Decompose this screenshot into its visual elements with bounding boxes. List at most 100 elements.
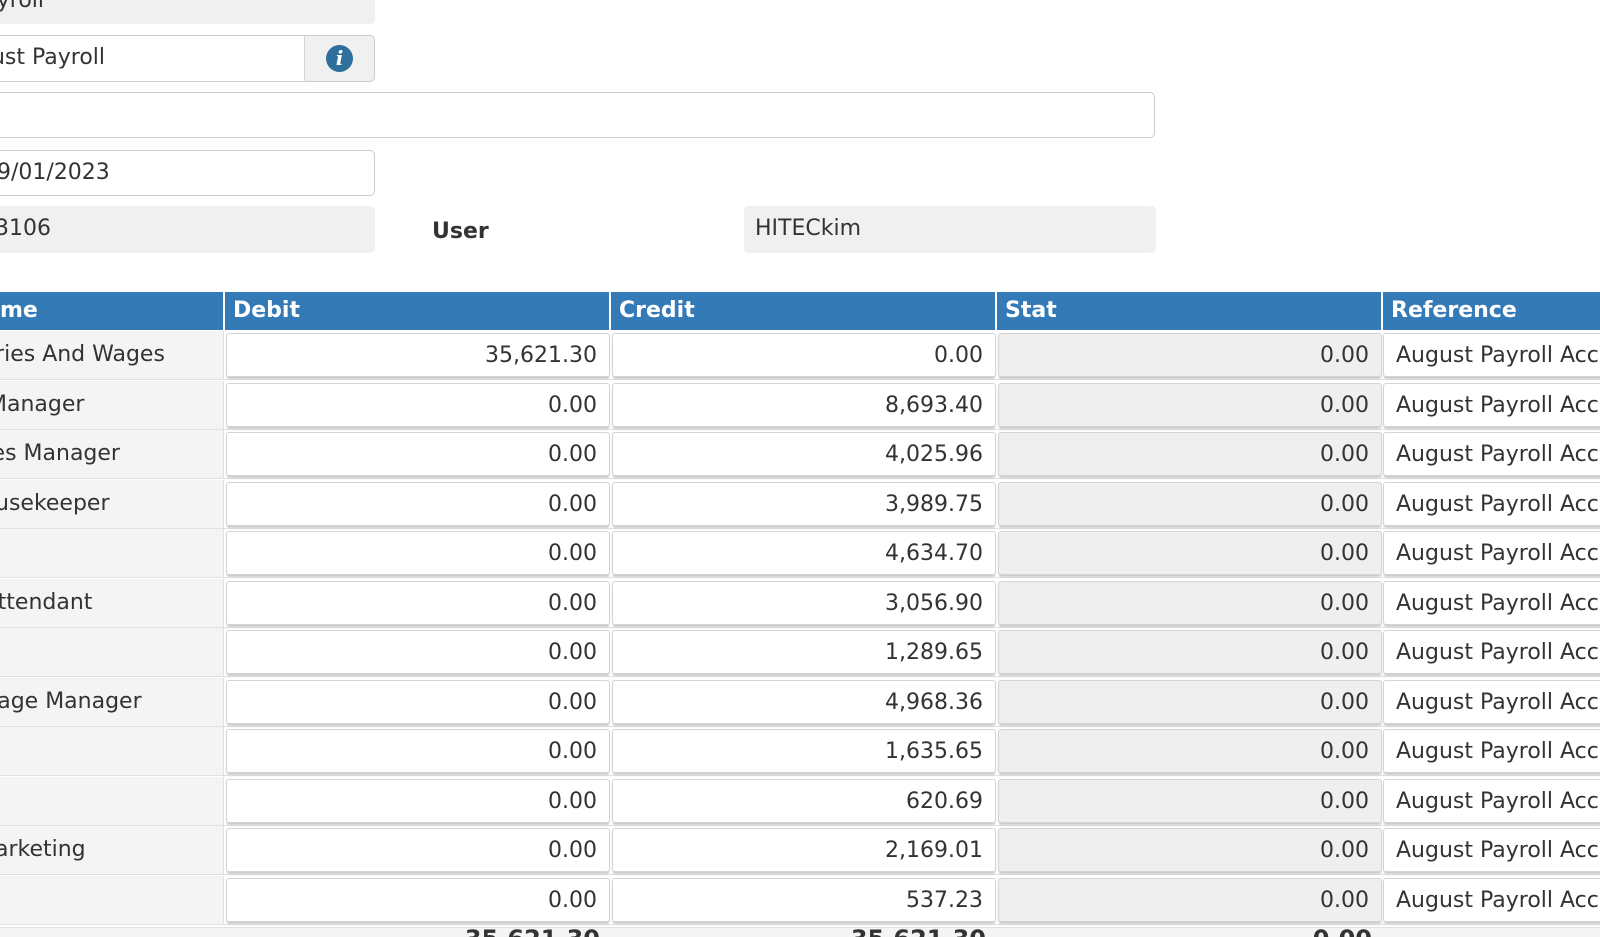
info-circle-icon: i bbox=[326, 45, 353, 72]
stat-input[interactable]: 0.00 bbox=[998, 531, 1382, 575]
account-name-text: Salaries And Wages bbox=[0, 342, 165, 367]
table-row: Beverage Manager0.004,968.360.00August P… bbox=[0, 677, 1600, 727]
user-field: HITECkim bbox=[744, 206, 1156, 253]
stat-input[interactable]: 0.00 bbox=[998, 729, 1382, 773]
debit-input[interactable]: 0.00 bbox=[226, 580, 610, 625]
credit-input[interactable]: 0.00 bbox=[612, 333, 996, 377]
user-value: HITECkim bbox=[755, 216, 862, 241]
journal-type-field[interactable]: Payroll bbox=[0, 0, 375, 24]
column-header-name-label: me bbox=[0, 298, 38, 323]
debit-input[interactable]: 0.00 bbox=[226, 877, 610, 922]
credit-input[interactable]: 3,056.90 bbox=[612, 580, 996, 625]
reference-input[interactable]: August Payroll Acc bbox=[1383, 580, 1600, 625]
totals-row: 35,621.30 35,621.30 0.00 bbox=[0, 925, 1600, 937]
stat-input[interactable]: 0.00 bbox=[998, 630, 1382, 674]
stat-input[interactable]: 0.00 bbox=[998, 828, 1382, 872]
column-header-stat[interactable]: Stat bbox=[997, 292, 1383, 330]
account-name-cell[interactable]: Attendant bbox=[0, 578, 224, 627]
account-name-cell[interactable] bbox=[0, 628, 224, 676]
credit-input[interactable]: 537.23 bbox=[612, 877, 996, 922]
batch-field: 3106 bbox=[0, 206, 375, 253]
table-row: Marketing0.002,169.010.00August Payroll … bbox=[0, 826, 1600, 875]
debit-input[interactable]: 0.00 bbox=[226, 481, 610, 526]
description-value: August Payroll bbox=[0, 45, 106, 70]
date-input[interactable]: 09/01/2023 bbox=[0, 150, 375, 196]
column-header-debit-label: Debit bbox=[233, 298, 300, 323]
debit-input[interactable]: 0.00 bbox=[226, 828, 610, 872]
credit-input[interactable]: 4,025.96 bbox=[612, 432, 996, 476]
stat-input[interactable]: 0.00 bbox=[998, 333, 1382, 377]
credit-input[interactable]: 4,968.36 bbox=[612, 679, 996, 724]
table-row: 0.00 620.69 0.00 August Payroll Acc bbox=[0, 776, 1600, 826]
debit-input[interactable]: 0.00 bbox=[226, 630, 610, 674]
column-header-credit[interactable]: Credit bbox=[611, 292, 997, 330]
account-name-cell[interactable]: Salaries And Wages bbox=[0, 331, 224, 379]
reference-input[interactable]: August Payroll Acc bbox=[1383, 630, 1600, 674]
account-name-text: Sales Manager bbox=[0, 441, 120, 466]
account-name-cell[interactable]: Beverage Manager bbox=[0, 677, 224, 726]
credit-input[interactable]: 4,634.70 bbox=[612, 531, 996, 575]
reference-input[interactable]: August Payroll Acc bbox=[1383, 531, 1600, 575]
description-input[interactable]: August Payroll bbox=[0, 35, 305, 82]
debit-input[interactable]: 0.00 bbox=[226, 432, 610, 476]
table-row: 0.00 537.23 0.00 August Payroll Acc bbox=[0, 875, 1600, 925]
journal-type-value: Payroll bbox=[0, 0, 45, 13]
stat-input[interactable]: 0.00 bbox=[998, 382, 1382, 427]
credit-input[interactable]: 1,635.65 bbox=[612, 729, 996, 773]
debit-input[interactable]: 0.00 bbox=[226, 531, 610, 575]
account-name-text: Manager bbox=[0, 391, 85, 417]
account-name-cell[interactable] bbox=[0, 875, 224, 924]
account-name-text: Attendant bbox=[0, 589, 93, 615]
memo-input[interactable] bbox=[0, 92, 1155, 138]
credit-input[interactable]: 1,289.65 bbox=[612, 630, 996, 674]
debit-input[interactable]: 0.00 bbox=[226, 729, 610, 773]
credit-input[interactable]: 8,693.40 bbox=[612, 382, 996, 427]
column-header-credit-label: Credit bbox=[619, 298, 695, 323]
reference-input[interactable]: August Payroll Acc bbox=[1383, 877, 1600, 922]
account-name-cell[interactable]: Housekeeper bbox=[0, 479, 224, 528]
reference-input[interactable]: August Payroll Acc bbox=[1383, 679, 1600, 724]
account-name-cell[interactable] bbox=[0, 529, 224, 577]
account-name-text: Beverage Manager bbox=[0, 688, 142, 714]
table-row: 0.00 1,635.65 0.00 August Payroll Acc bbox=[0, 727, 1600, 776]
column-header-reference-label: Reference bbox=[1391, 298, 1517, 323]
stat-input[interactable]: 0.00 bbox=[998, 481, 1382, 526]
date-value: 09/01/2023 bbox=[0, 160, 110, 185]
account-name-cell[interactable] bbox=[0, 727, 224, 775]
debit-input[interactable]: 35,621.30 bbox=[226, 333, 610, 377]
credit-input[interactable]: 3,989.75 bbox=[612, 481, 996, 526]
stat-input[interactable]: 0.00 bbox=[998, 877, 1382, 922]
account-name-cell[interactable]: Sales Manager bbox=[0, 430, 224, 478]
column-header-debit[interactable]: Debit bbox=[225, 292, 611, 330]
reference-input[interactable]: August Payroll Acc bbox=[1383, 729, 1600, 773]
reference-input[interactable]: August Payroll Acc bbox=[1383, 828, 1600, 872]
debit-input[interactable]: 0.00 bbox=[226, 679, 610, 724]
info-button[interactable]: i bbox=[304, 35, 375, 82]
account-name-cell[interactable] bbox=[0, 776, 224, 825]
column-header-name[interactable]: me bbox=[0, 292, 225, 330]
batch-value: 3106 bbox=[0, 216, 51, 241]
table-row: Sales Manager0.004,025.960.00August Payr… bbox=[0, 430, 1600, 479]
account-name-cell[interactable]: Marketing bbox=[0, 826, 224, 874]
reference-input[interactable]: August Payroll Acc bbox=[1383, 432, 1600, 476]
stat-input[interactable]: 0.00 bbox=[998, 778, 1382, 823]
account-name-text: Housekeeper bbox=[0, 490, 110, 516]
reference-input[interactable]: August Payroll Acc bbox=[1383, 481, 1600, 526]
debit-input[interactable]: 0.00 bbox=[226, 382, 610, 427]
column-header-reference[interactable]: Reference bbox=[1383, 292, 1600, 330]
stat-input[interactable]: 0.00 bbox=[998, 580, 1382, 625]
account-name-text: Marketing bbox=[0, 837, 86, 862]
stat-input[interactable]: 0.00 bbox=[998, 679, 1382, 724]
stat-input[interactable]: 0.00 bbox=[998, 432, 1382, 476]
reference-input[interactable]: August Payroll Acc bbox=[1383, 333, 1600, 377]
table-row: 0.00 4,634.70 0.00 August Payroll Acc bbox=[0, 529, 1600, 578]
table-row: Salaries And Wages35,621.300.000.00Augus… bbox=[0, 331, 1600, 380]
credit-input[interactable]: 2,169.01 bbox=[612, 828, 996, 872]
reference-input[interactable]: August Payroll Acc bbox=[1383, 778, 1600, 823]
reference-input[interactable]: August Payroll Acc bbox=[1383, 382, 1600, 427]
credit-input[interactable]: 620.69 bbox=[612, 778, 996, 823]
total-debit: 35,621.30 bbox=[465, 925, 600, 937]
debit-input[interactable]: 0.00 bbox=[226, 778, 610, 823]
total-credit: 35,621.30 bbox=[851, 925, 986, 937]
account-name-cell[interactable]: Manager bbox=[0, 380, 224, 429]
